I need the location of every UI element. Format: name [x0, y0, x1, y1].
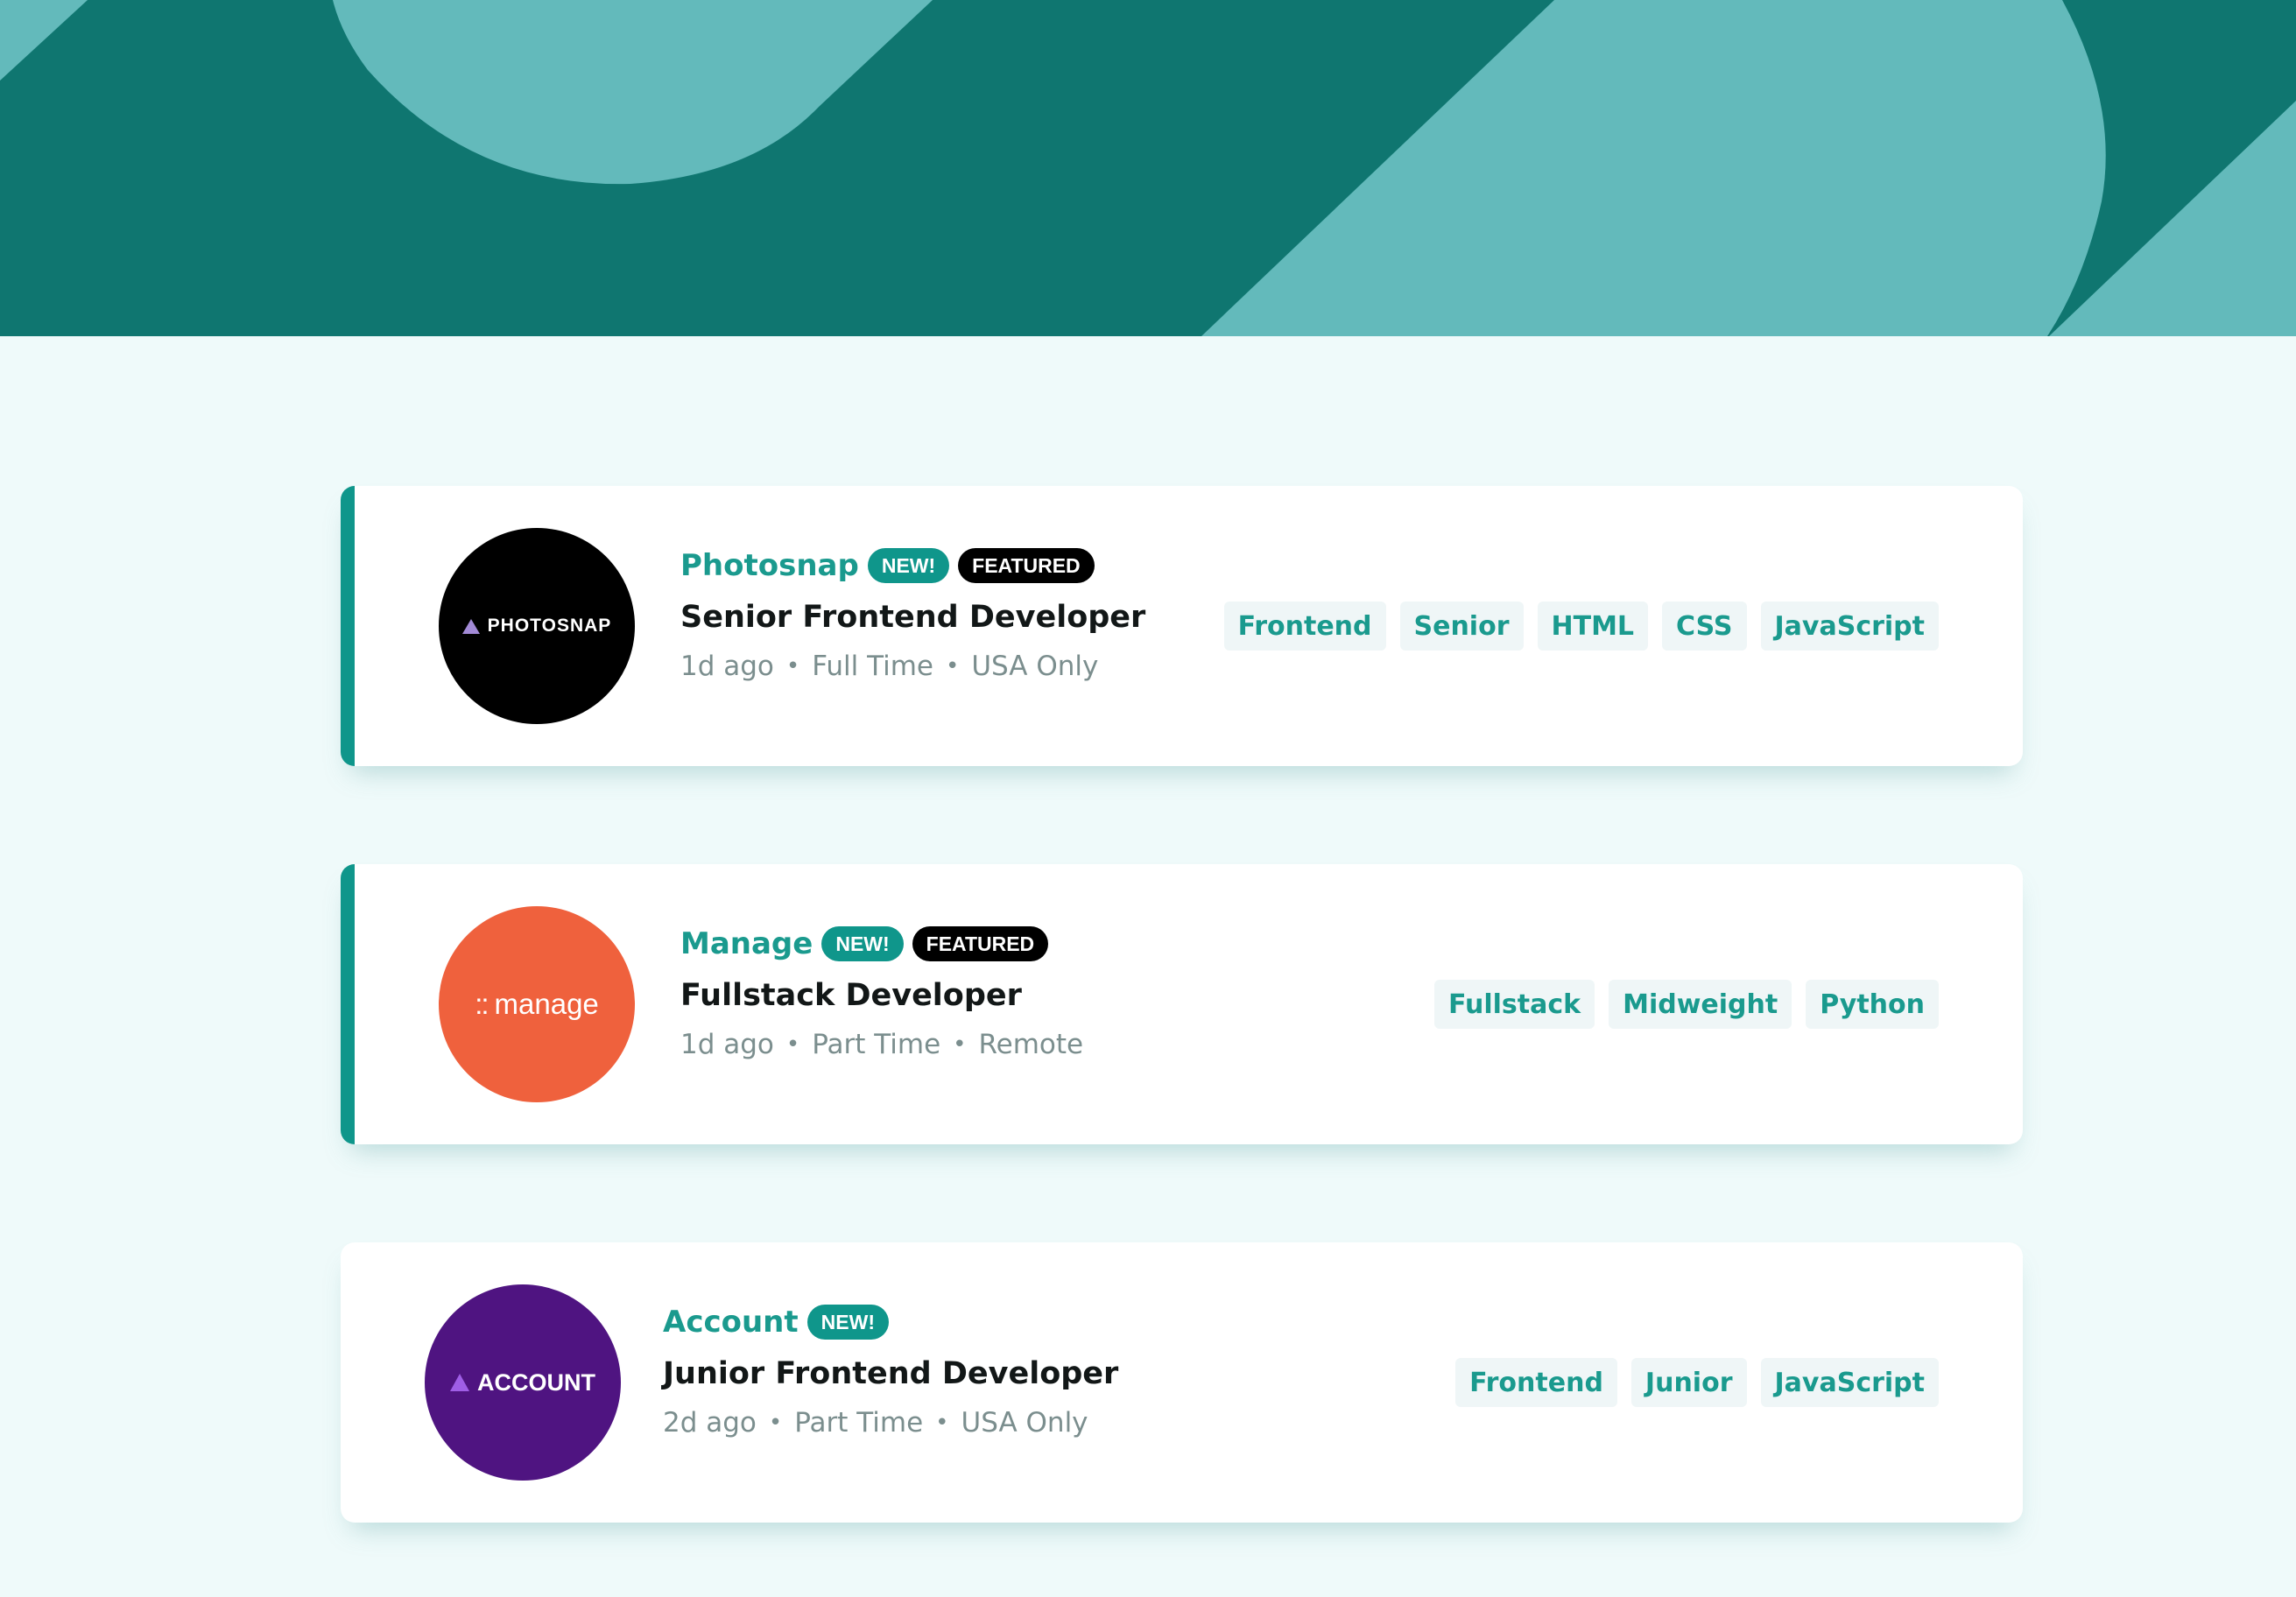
- job-card[interactable]: ACCOUNT Account NEW! Junior Frontend Dev…: [341, 1242, 2023, 1523]
- tag-filter[interactable]: Frontend: [1223, 602, 1386, 651]
- separator-dot: •: [785, 653, 800, 679]
- posted-time: 1d ago: [680, 651, 774, 682]
- contract-type: Full Time: [812, 651, 933, 682]
- contract-type: Part Time: [812, 1029, 941, 1060]
- company-logo: PHOTOSNAP: [439, 528, 635, 724]
- new-badge: NEW!: [806, 1305, 889, 1340]
- job-listings: PHOTOSNAP Photosnap NEW! FEATURED Senior…: [341, 486, 2023, 1597]
- tag-filter[interactable]: Frontend: [1455, 1358, 1617, 1407]
- dots-icon: ::: [475, 988, 489, 1020]
- tag-filter[interactable]: HTML: [1537, 602, 1649, 651]
- job-meta: 1d ago • Part Time • Remote: [680, 1029, 1083, 1060]
- contract-type: Part Time: [794, 1407, 924, 1439]
- new-badge: NEW!: [821, 926, 904, 961]
- logo-text: manage: [494, 988, 599, 1020]
- job-location: USA Only: [971, 651, 1099, 682]
- tag-filter[interactable]: Fullstack: [1433, 980, 1595, 1029]
- company-logo: :: manage: [439, 906, 635, 1102]
- job-position[interactable]: Senior Frontend Developer: [680, 600, 1145, 635]
- job-location: USA Only: [961, 1407, 1088, 1439]
- job-info: Account NEW! Junior Frontend Developer 2…: [663, 1302, 1118, 1439]
- job-info: Manage NEW! FEATURED Fullstack Developer…: [680, 924, 1083, 1060]
- job-position[interactable]: Junior Frontend Developer: [663, 1356, 1118, 1391]
- company-name: Account: [663, 1305, 799, 1340]
- logo-text: ACCOUNT: [477, 1368, 595, 1396]
- company-row: Photosnap NEW! FEATURED: [680, 545, 1145, 586]
- tag-filter[interactable]: CSS: [1662, 602, 1747, 651]
- tag-filter[interactable]: Senior: [1399, 602, 1524, 651]
- triangle-icon: [450, 1374, 469, 1391]
- logo-text: PHOTOSNAP: [487, 616, 612, 636]
- separator-dot: •: [935, 1410, 949, 1436]
- job-tags: Frontend Junior JavaScript: [1455, 1358, 1939, 1407]
- company-row: Account NEW!: [663, 1302, 1118, 1342]
- tag-filter[interactable]: JavaScript: [1760, 602, 1939, 651]
- separator-dot: •: [768, 1410, 783, 1436]
- new-badge: NEW!: [867, 548, 950, 583]
- separator-dot: •: [785, 1031, 800, 1058]
- triangle-icon: [461, 618, 480, 634]
- tag-filter[interactable]: Midweight: [1609, 980, 1792, 1029]
- company-name: Photosnap: [680, 548, 859, 583]
- separator-dot: •: [953, 1031, 967, 1058]
- job-location: Remote: [978, 1029, 1084, 1060]
- job-position[interactable]: Fullstack Developer: [680, 978, 1083, 1013]
- job-meta: 2d ago • Part Time • USA Only: [663, 1407, 1118, 1439]
- separator-dot: •: [945, 653, 960, 679]
- company-logo: ACCOUNT: [425, 1284, 621, 1481]
- featured-badge: FEATURED: [958, 548, 1095, 583]
- job-info: Photosnap NEW! FEATURED Senior Frontend …: [680, 545, 1145, 682]
- header-banner: [0, 0, 2296, 336]
- job-card[interactable]: :: manage Manage NEW! FEATURED Fullstack…: [341, 864, 2023, 1144]
- featured-badge: FEATURED: [912, 926, 1049, 961]
- job-meta: 1d ago • Full Time • USA Only: [680, 651, 1145, 682]
- job-tags: Frontend Senior HTML CSS JavaScript: [1223, 602, 1939, 651]
- job-tags: Fullstack Midweight Python: [1433, 980, 1939, 1029]
- posted-time: 2d ago: [663, 1407, 757, 1439]
- job-card[interactable]: PHOTOSNAP Photosnap NEW! FEATURED Senior…: [341, 486, 2023, 766]
- company-row: Manage NEW! FEATURED: [680, 924, 1083, 964]
- header-pattern: [0, 0, 2296, 336]
- tag-filter[interactable]: JavaScript: [1760, 1358, 1939, 1407]
- company-name: Manage: [680, 926, 813, 961]
- tag-filter[interactable]: Junior: [1630, 1358, 1747, 1407]
- tag-filter[interactable]: Python: [1806, 980, 1939, 1029]
- posted-time: 1d ago: [680, 1029, 774, 1060]
